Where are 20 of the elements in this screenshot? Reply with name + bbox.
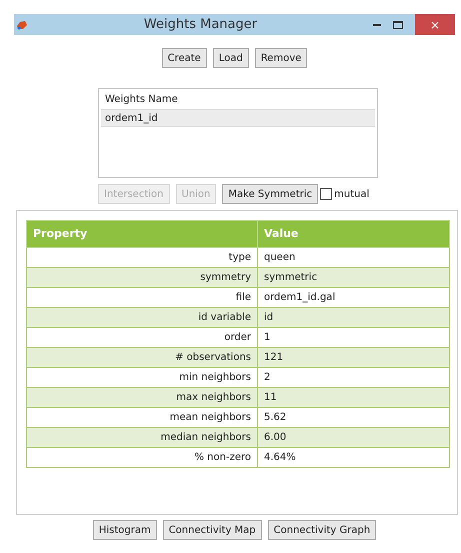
column-header: Value bbox=[258, 220, 450, 248]
mutual-label: mutual bbox=[334, 188, 370, 202]
value-cell: 4.64% bbox=[258, 448, 450, 468]
maximize-icon[interactable] bbox=[393, 20, 403, 28]
minimize-icon[interactable] bbox=[373, 22, 381, 26]
app-logo-icon bbox=[16, 20, 28, 30]
toolbar-button[interactable]: Create bbox=[162, 48, 207, 68]
window-title: Weights Manager bbox=[142, 16, 258, 34]
column-header: Weights Name bbox=[104, 93, 179, 107]
chart-button[interactable]: Histogram bbox=[92, 520, 157, 540]
toolbar-button[interactable]: Load bbox=[212, 48, 249, 68]
chart-button[interactable]: Connectivity Map bbox=[162, 520, 262, 540]
column-header: Property bbox=[26, 220, 258, 248]
list-item[interactable]: ordem1_id bbox=[101, 109, 375, 127]
property-cell: % non-zero bbox=[26, 448, 258, 468]
close-button[interactable]: × bbox=[415, 14, 455, 35]
mutual-checkbox[interactable] bbox=[320, 188, 332, 200]
chart-button[interactable]: Connectivity Graph bbox=[268, 520, 376, 540]
operation-button[interactable]: Make Symmetric bbox=[222, 184, 318, 204]
toolbar-button[interactable]: Remove bbox=[254, 48, 308, 68]
